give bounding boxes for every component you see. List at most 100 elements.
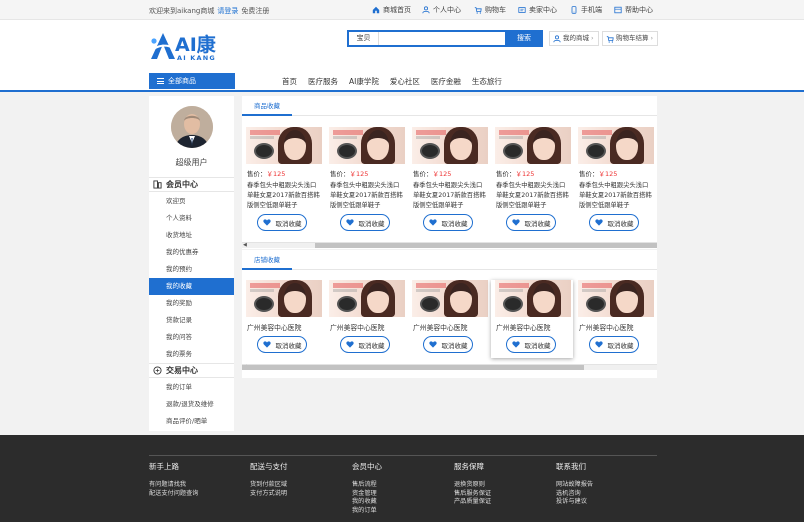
sidebar-item-coupons[interactable]: 我的优惠券 xyxy=(149,244,234,261)
footer: 新手上路 有问题请找我 配送支付问题查询 配送与支付 货到付款区域 支付方式说明… xyxy=(0,435,804,522)
sidebar-item-qa[interactable]: 我的问答 xyxy=(149,329,234,346)
top-nav-personal[interactable]: 个人中心 xyxy=(422,5,461,15)
login-link[interactable]: 请登录 xyxy=(217,7,238,15)
footer-link[interactable]: 货到付款区域 xyxy=(250,481,288,490)
sidebar-item-rewards[interactable]: 我的奖励 xyxy=(149,295,234,312)
goods-favorites-tabbar: 商品收藏 xyxy=(242,96,657,116)
product-image[interactable] xyxy=(246,127,322,164)
avatar[interactable] xyxy=(171,106,213,148)
product-description[interactable]: 春季包头中粗跟尖头浅口单鞋女夏2017新款百搭韩版侧空低跟单鞋子 xyxy=(330,181,405,211)
horizontal-scrollbar[interactable]: ◀ xyxy=(242,242,657,248)
footer-link[interactable]: 选机咨询 xyxy=(556,490,593,499)
scrollbar-thumb[interactable] xyxy=(242,365,584,370)
price-value: ￥125 xyxy=(349,170,369,178)
shop-image[interactable] xyxy=(412,280,488,317)
footer-link[interactable]: 我的收藏 xyxy=(352,498,382,507)
cart-checkout-button[interactable]: 购物车结算 › xyxy=(602,31,659,46)
product-description[interactable]: 春季包头中粗跟尖头浅口单鞋女夏2017新款百搭韩版侧空低跟单鞋子 xyxy=(247,181,322,211)
footer-link[interactable]: 有问题请找我 xyxy=(149,481,199,490)
sidebar-item-tickets[interactable]: 我的票务 xyxy=(149,346,234,363)
my-mall-button[interactable]: 我的商城 › xyxy=(549,31,599,46)
shop-name[interactable]: 广州美容中心医院 xyxy=(330,322,384,332)
sidebar-item-welcome[interactable]: 欢迎页 xyxy=(149,193,234,210)
sidebar-item-address[interactable]: 收货地址 xyxy=(149,227,234,244)
unfavorite-button[interactable]: 取消收藏 xyxy=(506,336,556,353)
product-image[interactable] xyxy=(329,127,405,164)
shop-image[interactable] xyxy=(495,280,571,317)
product-image[interactable] xyxy=(495,127,571,164)
horizontal-scrollbar[interactable]: ◀ xyxy=(242,364,657,370)
sidebar-item-refunds[interactable]: 退款/退货及维修 xyxy=(149,396,234,413)
price-label: 售价： xyxy=(247,170,267,178)
footer-column-title: 配送与支付 xyxy=(250,462,288,471)
product-description[interactable]: 春季包头中粗跟尖头浅口单鞋女夏2017新款百搭韩版侧空低跟单鞋子 xyxy=(579,181,654,211)
footer-link[interactable]: 产品质量保证 xyxy=(454,498,491,507)
search-button[interactable]: 搜索 xyxy=(505,30,543,47)
product-image[interactable] xyxy=(412,127,488,164)
footer-link[interactable]: 支付方式说明 xyxy=(250,490,288,499)
top-nav-seller[interactable]: 卖家中心 xyxy=(518,5,557,15)
unfavorite-button[interactable]: 取消收藏 xyxy=(506,214,556,231)
nav-travel[interactable]: 生态旅行 xyxy=(472,76,502,87)
search-input[interactable] xyxy=(380,32,506,45)
top-nav-label: 商城首页 xyxy=(383,6,411,14)
scroll-left-icon[interactable]: ◀ xyxy=(243,243,247,248)
unfavorite-button[interactable]: 取消收藏 xyxy=(589,214,639,231)
main-navbar: 全部商品 首页 医疗服务 AI康学院 爱心社区 医疗金融 生态旅行 xyxy=(0,68,804,92)
footer-link[interactable]: 投诉与建议 xyxy=(556,498,593,507)
scrollbar-thumb[interactable] xyxy=(315,243,657,248)
unfavorite-button[interactable]: 取消收藏 xyxy=(340,214,390,231)
shop-name[interactable]: 广州美容中心医院 xyxy=(496,322,550,332)
heart-icon xyxy=(511,341,520,348)
shop-name[interactable]: 广州美容中心医院 xyxy=(579,322,633,332)
sidebar-item-favorites[interactable]: 我的收藏 xyxy=(149,278,234,295)
sidebar-item-profile[interactable]: 个人资料 xyxy=(149,210,234,227)
top-nav-cart[interactable]: 购物车 xyxy=(474,5,506,15)
nav-home[interactable]: 首页 xyxy=(282,76,297,87)
sidebar-item-orders[interactable]: 我的订单 xyxy=(149,379,234,396)
sidebar-item-reviews[interactable]: 商品评价/晒单 xyxy=(149,413,234,430)
sidebar-item-appointments[interactable]: 我的预约 xyxy=(149,261,234,278)
product-image[interactable] xyxy=(578,127,654,164)
footer-link[interactable]: 资金管理 xyxy=(352,490,382,499)
welcome-text: 欢迎来到aikang商城 请登录 免费注册 xyxy=(149,6,269,16)
shop-image[interactable] xyxy=(578,280,654,317)
shop-card: 广州美容中心医院 取消收藏 xyxy=(410,280,488,358)
shop-name[interactable]: 广州美容中心医院 xyxy=(247,322,301,332)
shop-image[interactable] xyxy=(329,280,405,317)
footer-link[interactable]: 售后服务保证 xyxy=(454,490,491,499)
unfavorite-label: 取消收藏 xyxy=(275,341,302,350)
footer-column: 服务保障 退换货原则 售后服务保证 产品质量保证 xyxy=(454,461,491,507)
footer-link[interactable]: 退换货原则 xyxy=(454,481,491,490)
unfavorite-button[interactable]: 取消收藏 xyxy=(257,336,307,353)
footer-link[interactable]: 售后流程 xyxy=(352,481,382,490)
footer-link[interactable]: 配送支付问题查询 xyxy=(149,490,199,499)
sidebar-item-loans[interactable]: 贷款记录 xyxy=(149,312,234,329)
unfavorite-button[interactable]: 取消收藏 xyxy=(340,336,390,353)
shop-name[interactable]: 广州美容中心医院 xyxy=(413,322,467,332)
shop-image[interactable] xyxy=(246,280,322,317)
logo[interactable]: AI康 AI KANG xyxy=(149,29,239,65)
footer-link[interactable]: 我的订单 xyxy=(352,507,382,516)
nav-finance[interactable]: 医疗金融 xyxy=(431,76,461,87)
unfavorite-button[interactable]: 取消收藏 xyxy=(589,336,639,353)
top-nav-mobile[interactable]: 手机端 xyxy=(570,5,602,15)
product-description[interactable]: 春季包头中粗跟尖头浅口单鞋女夏2017新款百搭韩版侧空低跟单鞋子 xyxy=(413,181,488,211)
unfavorite-button[interactable]: 取消收藏 xyxy=(423,336,473,353)
shop-card: 广州美容中心医院 取消收藏 xyxy=(244,280,322,358)
nav-academy[interactable]: AI康学院 xyxy=(349,76,379,87)
nav-medical-service[interactable]: 医疗服务 xyxy=(308,76,338,87)
unfavorite-button[interactable]: 取消收藏 xyxy=(423,214,473,231)
tab-shop-favorites[interactable]: 店铺收藏 xyxy=(242,250,292,270)
top-nav-help[interactable]: 帮助中心 xyxy=(614,5,653,15)
nav-community[interactable]: 爱心社区 xyxy=(390,76,420,87)
unfavorite-button[interactable]: 取消收藏 xyxy=(257,214,307,231)
all-categories-button[interactable]: 全部商品 xyxy=(149,73,235,89)
top-nav-home[interactable]: 商城首页 xyxy=(372,5,411,15)
footer-link[interactable]: 网站故障报告 xyxy=(556,481,593,490)
tab-goods-favorites[interactable]: 商品收藏 xyxy=(242,96,292,116)
search-category[interactable]: 宝贝 xyxy=(349,32,379,45)
heart-icon xyxy=(428,219,437,226)
register-link[interactable]: 免费注册 xyxy=(241,7,269,15)
product-description[interactable]: 春季包头中粗跟尖头浅口单鞋女夏2017新款百搭韩版侧空低跟单鞋子 xyxy=(496,181,571,211)
